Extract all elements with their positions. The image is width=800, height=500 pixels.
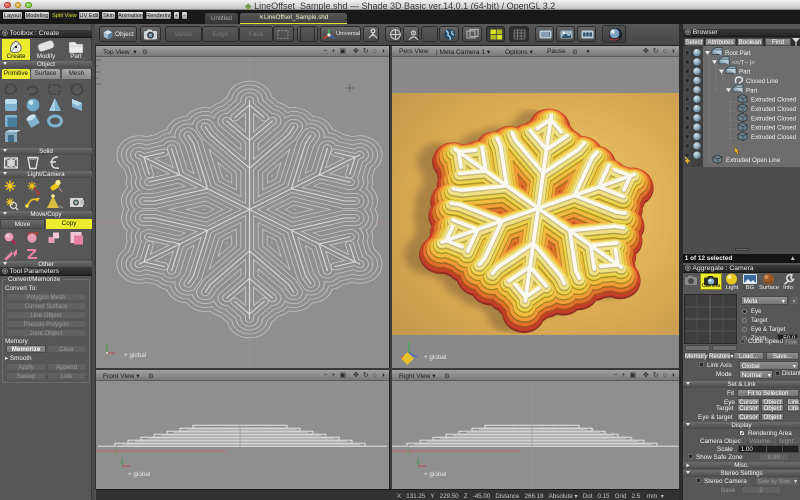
svg-text:Extruded Open Line: Extruded Open Line	[726, 157, 781, 164]
svg-text:Part: Part	[739, 69, 750, 76]
svg-text:Part: Part	[746, 87, 757, 94]
svg-text:Root Part: Root Part	[725, 50, 751, 57]
svg-text:Extruded Closed: Extruded Closed	[751, 125, 796, 132]
svg-text:<</T~ |>: <</T~ |>	[732, 59, 755, 66]
svg-text:Extruded Closed: Extruded Closed	[751, 115, 796, 122]
svg-text:Extruded Closed: Extruded Closed	[751, 106, 796, 113]
svg-text:Extruded Closed: Extruded Closed	[751, 97, 796, 104]
svg-text:Closed Line: Closed Line	[746, 78, 779, 85]
svg-text:Extruded Closed: Extruded Closed	[751, 134, 796, 141]
